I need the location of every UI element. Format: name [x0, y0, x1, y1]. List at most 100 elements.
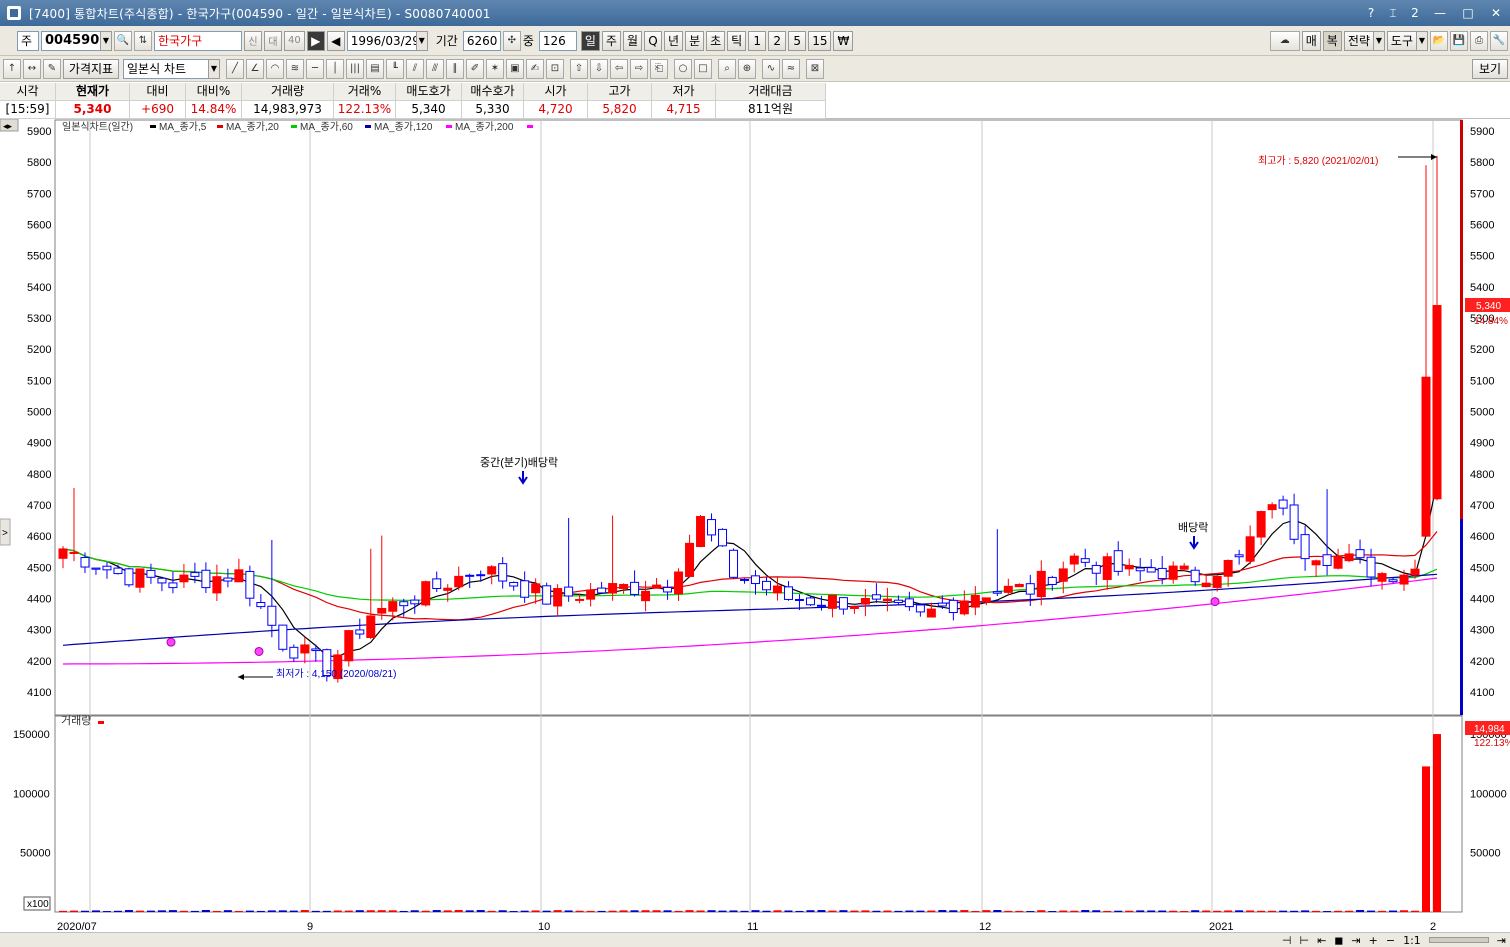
- arrow-lr-icon[interactable]: ↔: [23, 58, 41, 79]
- spin-icon[interactable]: ✣: [502, 30, 521, 51]
- chart-area[interactable]: ◂▸ >2020/07 9 10 11 12 2021 2 4100 4100 4200 4200 43…: [0, 119, 1510, 932]
- frame-icon[interactable]: ⊡: [546, 58, 564, 79]
- zoom-icon[interactable]: ⌕: [718, 58, 736, 79]
- zoom-ratio[interactable]: 1:1: [1403, 934, 1421, 947]
- candle-body: [1388, 579, 1398, 583]
- status-stop-icon[interactable]: ◼: [1334, 934, 1343, 947]
- page-icon[interactable]: ⎗: [650, 58, 668, 79]
- volume-bar: [1312, 910, 1321, 912]
- status-first-icon[interactable]: ⇤: [1317, 934, 1326, 947]
- candle-body: [1366, 556, 1376, 578]
- wave2-icon[interactable]: ≈: [782, 58, 800, 79]
- quote-value-price: 5,340: [56, 101, 130, 119]
- title-pin-icon[interactable]: ⌶: [1384, 6, 1402, 21]
- minimize-button[interactable]: —: [1428, 3, 1452, 23]
- arrow-up-icon[interactable]: ↑: [3, 58, 21, 79]
- save-icon[interactable]: 💾: [1450, 30, 1468, 51]
- color-icon[interactable]: ▣: [506, 58, 524, 79]
- open-folder-icon[interactable]: 📂: [1430, 30, 1448, 51]
- vline-icon[interactable]: │: [326, 58, 344, 79]
- search-icon[interactable]: 🔍: [114, 30, 132, 51]
- period-input[interactable]: 6260: [462, 30, 501, 51]
- strategy-dropdown-icon[interactable]: ▼: [1372, 30, 1385, 51]
- tf-minute[interactable]: 분: [685, 30, 705, 51]
- tf-5[interactable]: 5: [788, 30, 807, 51]
- tf-year[interactable]: 년: [664, 30, 684, 51]
- pitch-icon[interactable]: ⫻: [426, 58, 444, 79]
- maximize-button[interactable]: □: [1456, 3, 1480, 23]
- sort-icon[interactable]: ⇅: [134, 30, 152, 51]
- up-icon[interactable]: ⇧: [570, 58, 588, 79]
- y-tick-label-right: 4600: [1470, 531, 1494, 543]
- hline-icon[interactable]: ─: [306, 58, 324, 79]
- tf-week[interactable]: 주: [601, 30, 621, 51]
- magic-icon[interactable]: ✶: [486, 58, 504, 79]
- cycle-icon[interactable]: |||: [346, 58, 364, 79]
- channel-icon[interactable]: ⫽: [406, 58, 424, 79]
- trendline-icon[interactable]: ╱: [226, 58, 244, 79]
- zoom-out-icon[interactable]: −: [1386, 934, 1395, 947]
- date-input[interactable]: 1996/03/29: [346, 30, 420, 51]
- view-button[interactable]: 보기: [1472, 58, 1508, 79]
- strategy-button[interactable]: 전략: [1343, 30, 1374, 51]
- left-icon[interactable]: ⇦: [610, 58, 628, 79]
- tf-won[interactable]: ₩: [833, 30, 854, 51]
- zoom-area-icon[interactable]: ⊕: [738, 58, 756, 79]
- multi-button[interactable]: 복: [1322, 30, 1342, 51]
- right-icon[interactable]: ⇨: [630, 58, 648, 79]
- angle-icon[interactable]: ∠: [246, 58, 264, 79]
- arc-icon[interactable]: ◠: [266, 58, 284, 79]
- tools-button[interactable]: 도구: [1386, 30, 1417, 51]
- date-dropdown-icon[interactable]: ▼: [415, 30, 428, 51]
- wave-icon[interactable]: ∿: [762, 58, 780, 79]
- circle-icon[interactable]: ○: [674, 58, 692, 79]
- down-icon[interactable]: ⇩: [590, 58, 608, 79]
- tag-new[interactable]: 신: [244, 30, 262, 51]
- tf-second[interactable]: 초: [706, 30, 726, 51]
- status-last-icon[interactable]: ⇥: [1351, 934, 1360, 947]
- volume-bar: [707, 910, 716, 912]
- title-help-icon[interactable]: ?: [1362, 6, 1380, 20]
- tf-quarter[interactable]: Q: [644, 30, 663, 51]
- zoom-slider[interactable]: [1428, 937, 1489, 943]
- market-select[interactable]: 주: [17, 30, 39, 51]
- title-layout-icon[interactable]: 2: [1406, 6, 1424, 20]
- indicator-button[interactable]: 가격지표: [63, 58, 119, 79]
- cloud-icon[interactable]: ☁: [1269, 30, 1300, 51]
- next-button[interactable]: ▶: [306, 30, 325, 51]
- charttype-select[interactable]: 일본식 차트: [123, 58, 209, 79]
- prev-button[interactable]: ◀: [326, 30, 345, 51]
- bars-icon[interactable]: ╙: [386, 58, 404, 79]
- count-input[interactable]: 126: [538, 30, 577, 51]
- code-dropdown-icon[interactable]: ▼: [100, 30, 112, 51]
- zoom-in-icon[interactable]: +: [1369, 934, 1378, 947]
- grid-icon[interactable]: ▤: [366, 58, 384, 79]
- status-left-icon[interactable]: ⊣: [1282, 934, 1292, 947]
- note-icon[interactable]: ✍: [526, 58, 544, 79]
- code-input[interactable]: 004590: [41, 30, 101, 51]
- pencil-icon[interactable]: ✐: [466, 58, 484, 79]
- trade-button[interactable]: 매: [1301, 30, 1321, 51]
- status-end-icon[interactable]: ⇥: [1497, 934, 1506, 947]
- parallel-icon[interactable]: ∥: [446, 58, 464, 79]
- close-button[interactable]: ✕: [1484, 3, 1508, 23]
- wrench-icon[interactable]: 🔧: [1490, 30, 1508, 51]
- print-icon[interactable]: ⎙: [1470, 30, 1488, 51]
- tag-large[interactable]: 대: [264, 30, 282, 51]
- candle-body: [454, 575, 464, 588]
- name-input[interactable]: 한국가구: [154, 30, 242, 51]
- square-icon[interactable]: □: [694, 58, 712, 79]
- edit-icon[interactable]: ✎: [43, 58, 61, 79]
- tf-tick[interactable]: 틱: [727, 30, 747, 51]
- tf-1[interactable]: 1: [748, 30, 767, 51]
- tag-40[interactable]: 40: [284, 30, 305, 51]
- tf-day[interactable]: 일: [580, 30, 600, 51]
- status-right-icon[interactable]: ⊢: [1299, 934, 1309, 947]
- tools-dropdown-icon[interactable]: ▼: [1416, 30, 1428, 51]
- tf-15[interactable]: 15: [808, 30, 832, 51]
- clear-icon[interactable]: ⊠: [806, 58, 824, 79]
- tf-month[interactable]: 월: [622, 30, 643, 51]
- fan-icon[interactable]: ≋: [286, 58, 304, 79]
- tf-2[interactable]: 2: [768, 30, 787, 51]
- charttype-dropdown-icon[interactable]: ▼: [208, 58, 220, 79]
